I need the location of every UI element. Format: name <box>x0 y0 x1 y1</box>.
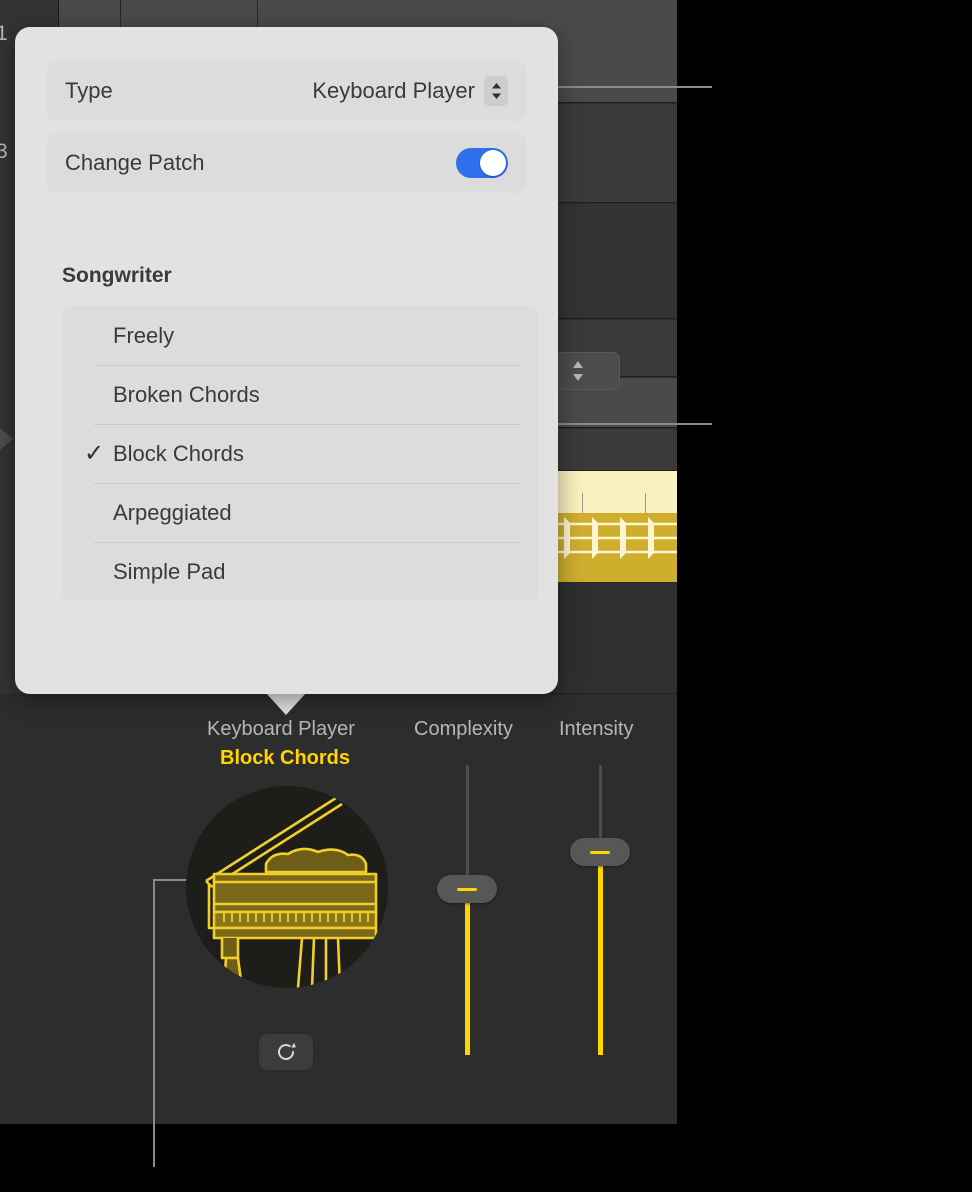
region-tick <box>645 493 646 513</box>
region-tick <box>582 493 583 513</box>
style-option-label: Freely <box>113 322 175 348</box>
callout-line-icon-vertical <box>153 879 155 1167</box>
track-number: 3 <box>0 140 8 163</box>
instrument-label: Keyboard Player <box>207 718 355 740</box>
midi-region[interactable] <box>558 471 677 582</box>
change-patch-group[interactable]: Change Patch <box>47 133 526 193</box>
track-number: 1 <box>0 22 8 45</box>
checkmark-icon: ✓ <box>83 440 105 467</box>
session-player-popover: Type Keyboard Player Change Patch Songwr… <box>15 27 558 694</box>
playhead-marker-icon <box>0 428 13 450</box>
grand-piano-icon[interactable] <box>186 786 388 988</box>
style-option-simple-pad[interactable]: Simple Pad <box>62 542 539 601</box>
type-value: Keyboard Player <box>312 78 475 103</box>
chevron-up-down-icon <box>573 361 583 381</box>
style-options-list: Freely Broken Chords ✓ Block Chords Arpe… <box>62 306 539 601</box>
refresh-clockwise-icon <box>278 1042 296 1060</box>
change-patch-toggle[interactable] <box>456 148 508 178</box>
chevron-up-down-icon[interactable] <box>484 76 508 106</box>
style-option-label: Simple Pad <box>113 558 226 584</box>
slider-fill <box>598 852 603 1055</box>
change-patch-label: Change Patch <box>65 150 205 175</box>
slider-intensity[interactable] <box>570 765 630 1055</box>
style-option-arpeggiated[interactable]: Arpeggiated <box>62 483 539 542</box>
slider-thumb[interactable] <box>570 838 630 866</box>
style-option-block-chords[interactable]: ✓ Block Chords <box>62 424 539 483</box>
slider-label-complexity: Complexity <box>414 718 513 740</box>
change-patch-row[interactable]: Change Patch <box>47 133 526 193</box>
background-stepper[interactable] <box>556 352 620 390</box>
style-option-freely[interactable]: Freely <box>62 306 539 365</box>
callout-line-icon-horizontal <box>153 879 186 881</box>
style-option-label: Broken Chords <box>113 381 260 407</box>
slider-complexity[interactable] <box>437 765 497 1055</box>
slider-label-intensity: Intensity <box>559 718 634 740</box>
slider-fill <box>465 889 470 1055</box>
section-title-songwriter: Songwriter <box>62 264 172 287</box>
style-option-label: Arpeggiated <box>113 499 232 525</box>
type-label: Type <box>65 78 113 103</box>
toggle-knob <box>480 150 506 176</box>
slider-thumb[interactable] <box>437 875 497 903</box>
style-label: Block Chords <box>220 747 351 769</box>
type-row-group[interactable]: Type Keyboard Player <box>47 61 526 121</box>
region-title-bar <box>558 471 677 513</box>
type-row[interactable]: Type Keyboard Player <box>47 61 526 121</box>
style-option-label: Block Chords <box>113 440 244 466</box>
regenerate-button[interactable] <box>259 1034 313 1070</box>
style-option-broken-chords[interactable]: Broken Chords <box>62 365 539 424</box>
region-notes <box>558 513 677 563</box>
popover-tail <box>266 693 306 715</box>
